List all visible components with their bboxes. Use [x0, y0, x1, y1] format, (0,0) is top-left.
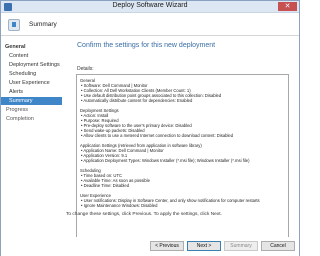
- nav-item-completion: Completion: [6, 116, 34, 122]
- details-textbox[interactable]: General • Software: Dell Command | Monit…: [76, 74, 289, 243]
- window-title: Deploy Software Wizard: [112, 2, 188, 9]
- section-heading: Confirm the settings for this new deploy…: [77, 42, 216, 49]
- nav-item-alerts[interactable]: Alerts: [1, 88, 62, 96]
- nav-item-progress: Progress: [6, 107, 29, 113]
- close-button[interactable]: ✕: [278, 2, 297, 11]
- nav-item-deployment-settings[interactable]: Deployment Settings: [1, 61, 62, 69]
- next-button[interactable]: Next >: [187, 241, 221, 251]
- wizard-header: Summary: [1, 14, 299, 36]
- instruction-text: To change these settings, click Previous…: [66, 212, 222, 217]
- cancel-button[interactable]: Cancel: [261, 241, 295, 251]
- nav-item-scheduling[interactable]: Scheduling: [1, 70, 62, 78]
- wizard-window: Deploy Software Wizard ✕ Summary General…: [0, 0, 300, 256]
- details-line: • Deadline Time: Disabled: [81, 183, 130, 188]
- nav-item-user-experience[interactable]: User Experience: [1, 79, 62, 87]
- details-line: • Application Deployment Types: Windows …: [81, 158, 250, 163]
- wizard-content: Confirm the settings for this new deploy…: [66, 37, 292, 243]
- details-line: • Automatically distribute content for d…: [81, 98, 193, 103]
- nav-item-content[interactable]: Content: [1, 52, 62, 60]
- previous-button[interactable]: < Previous: [150, 241, 184, 251]
- details-line: • Allow clients to use a metered Interne…: [81, 133, 234, 138]
- summary-button: Summary: [224, 241, 258, 251]
- details-line: • Ignore Maintenance Windows: Disabled: [81, 203, 158, 208]
- details-label: Details:: [77, 66, 94, 72]
- wizard-page-icon: [8, 19, 20, 31]
- title-bar: Deploy Software Wizard ✕: [1, 1, 299, 13]
- wizard-nav: General Content Deployment Settings Sche…: [1, 37, 62, 231]
- button-bar: < Previous Next > Summary Cancel: [1, 237, 299, 256]
- page-title: Summary: [29, 21, 57, 28]
- nav-item-summary[interactable]: Summary: [1, 97, 62, 105]
- nav-item-general[interactable]: General: [1, 43, 62, 51]
